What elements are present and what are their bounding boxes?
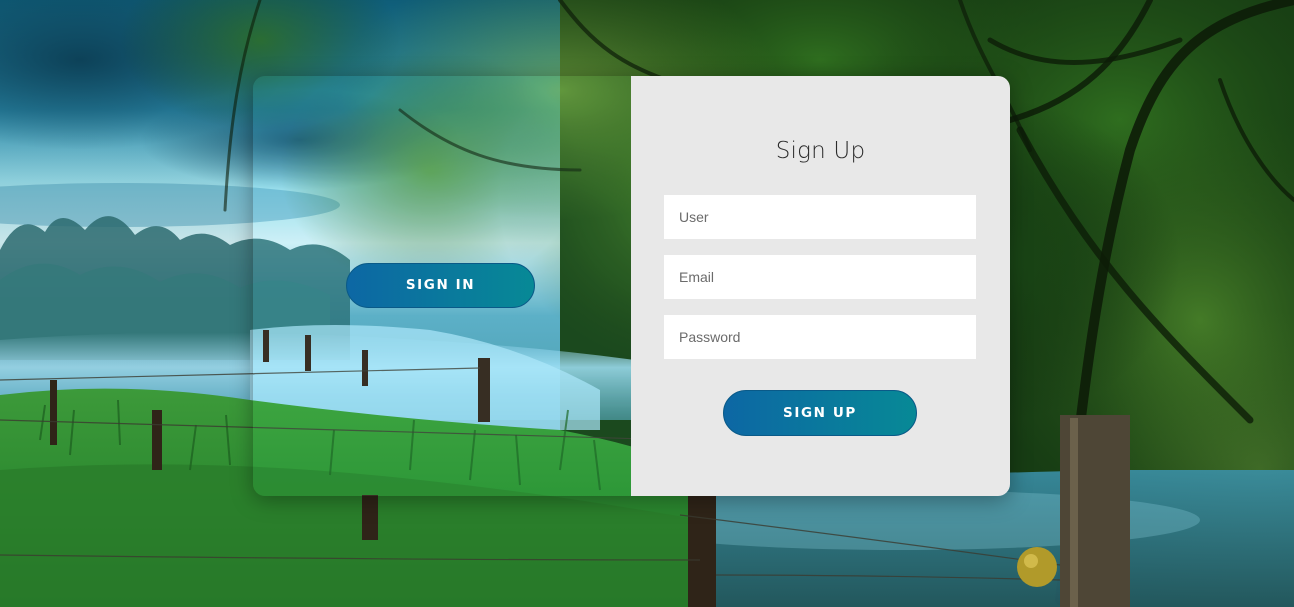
password-input[interactable]: [664, 315, 976, 359]
sign-in-button[interactable]: SIGN IN: [346, 263, 535, 308]
signin-panel: SIGN IN: [253, 76, 631, 496]
signup-title: Sign Up: [775, 138, 866, 164]
email-input[interactable]: [664, 255, 976, 299]
sign-up-button[interactable]: SIGN UP: [723, 390, 917, 436]
signup-panel: Sign Up SIGN UP: [631, 76, 1010, 496]
user-input[interactable]: [664, 195, 976, 239]
auth-card: SIGN IN Sign Up SIGN UP: [253, 76, 1010, 496]
